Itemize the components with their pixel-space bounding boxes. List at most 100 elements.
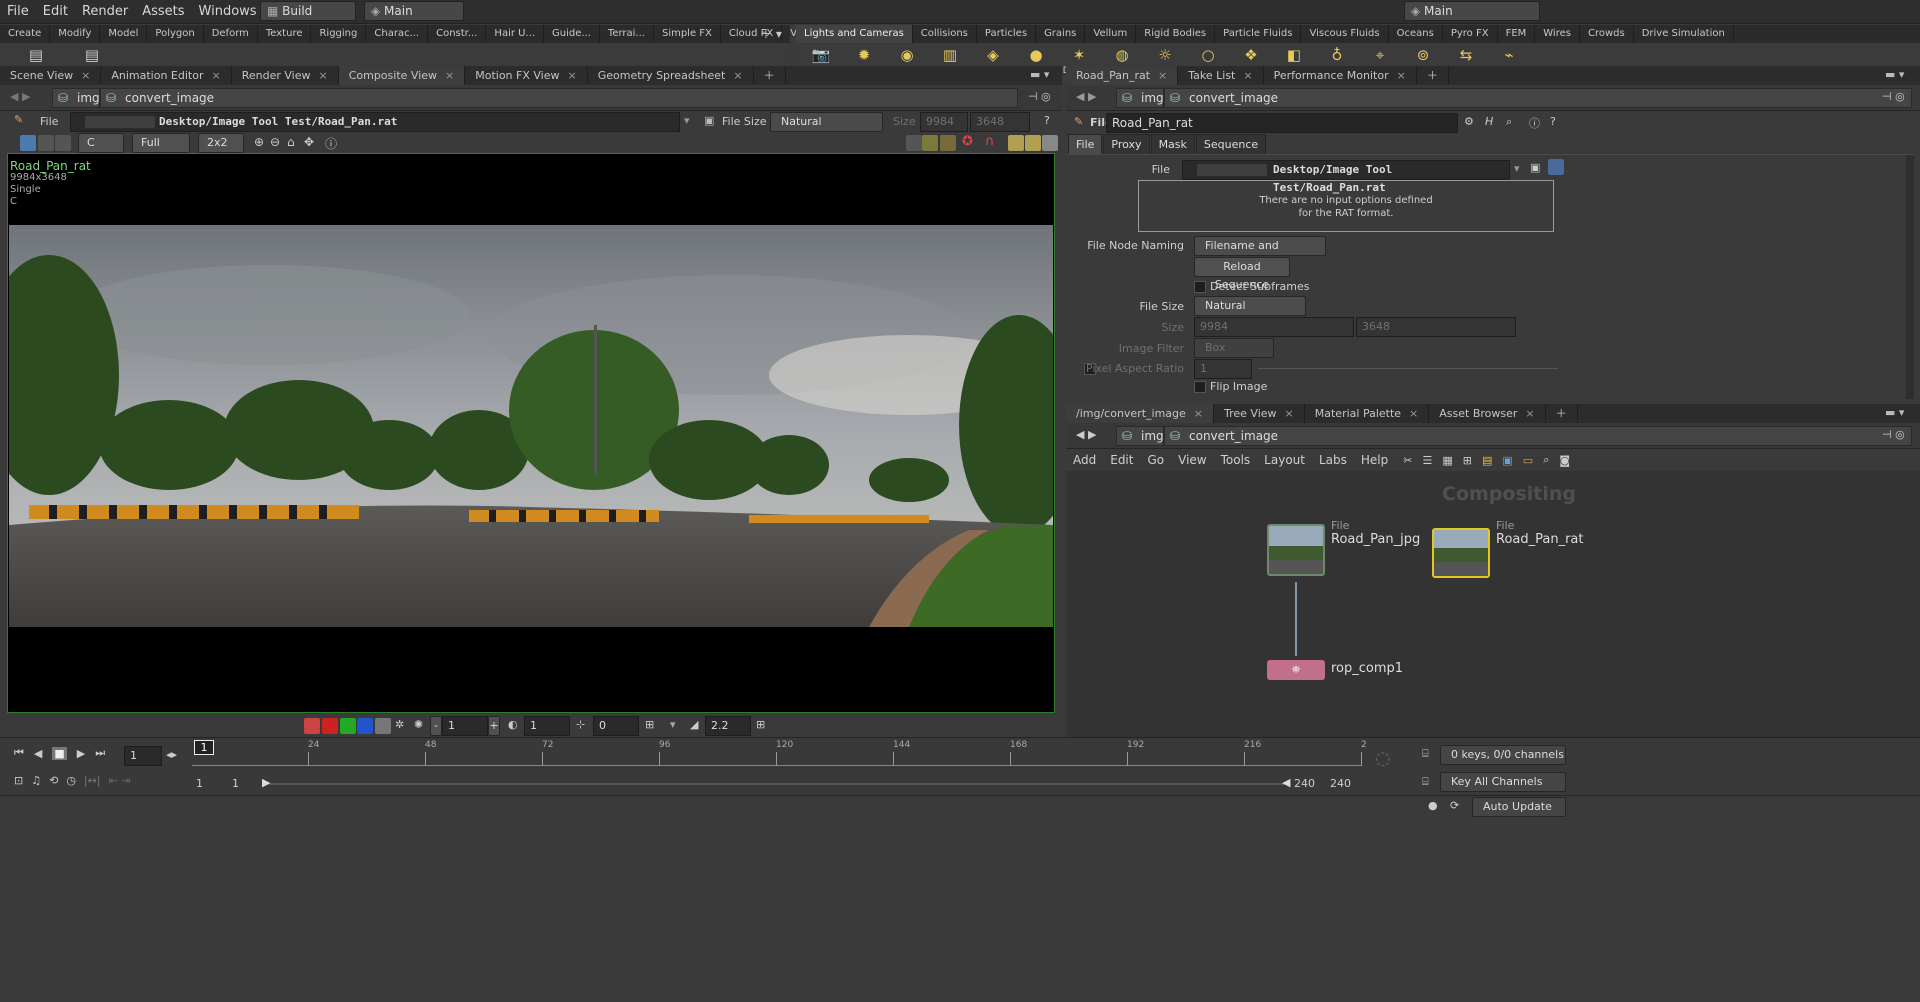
- pin-icon[interactable]: ⊣ ◎: [1882, 428, 1905, 441]
- add-tab-icon[interactable]: ＋: [754, 66, 786, 86]
- param-subtab[interactable]: Mask: [1150, 134, 1195, 155]
- shelf-tab[interactable]: Polygon: [147, 25, 204, 43]
- stop-icon[interactable]: ■: [52, 746, 67, 760]
- brightness-icon[interactable]: ✲: [395, 718, 404, 731]
- layout-icon[interactable]: [1025, 135, 1041, 151]
- lut-icon[interactable]: ⊞: [645, 718, 654, 731]
- layout-icon[interactable]: [1042, 135, 1058, 151]
- viewer-size-w[interactable]: 9984: [920, 112, 968, 132]
- list-icon[interactable]: ☰: [1422, 454, 1432, 467]
- grid-dropdown[interactable]: 2x2: [198, 133, 244, 153]
- jump-start-icon[interactable]: ⏮: [14, 746, 24, 760]
- reload-sequence-button[interactable]: Reload Sequence: [1194, 257, 1290, 291]
- clock-icon[interactable]: ◷: [66, 774, 76, 787]
- info-icon[interactable]: ⓘ: [1529, 115, 1540, 131]
- pixel-aspect-field[interactable]: 1: [1194, 359, 1252, 379]
- realtime-icon[interactable]: ⊡: [14, 774, 23, 787]
- add-tab-icon[interactable]: ＋: [1546, 404, 1578, 424]
- path-node[interactable]: ⛁ convert_image: [100, 88, 1018, 108]
- decrement-button[interactable]: -: [430, 716, 442, 736]
- grid-options-icon[interactable]: ⊞: [756, 718, 765, 731]
- sticky-note-icon[interactable]: ▤: [1482, 454, 1492, 467]
- viewer-file-size-dropdown[interactable]: Natural Resolution: [770, 112, 883, 146]
- tools-icon[interactable]: ✂: [1403, 454, 1412, 467]
- context-dropdown[interactable]: ◈ Main: [364, 1, 464, 21]
- timeline-ruler[interactable]: 1 24 48 72 96 120 144 168 192 216 2: [192, 740, 1367, 766]
- pane-tab[interactable]: Geometry Spreadsheet ×: [588, 66, 754, 86]
- keyframe-nav-icon[interactable]: ⇤ ⇥: [109, 774, 131, 787]
- shelf-tab[interactable]: Collisions: [913, 25, 977, 43]
- network-menu-view[interactable]: View: [1171, 449, 1213, 471]
- layout-icon[interactable]: ⊞: [1463, 454, 1472, 467]
- shelf-tab[interactable]: Rigging: [311, 25, 367, 43]
- pane-tab[interactable]: Motion FX View ×: [465, 66, 588, 86]
- audio-scrub-icon[interactable]: ♫: [31, 774, 41, 787]
- shelf-tab[interactable]: Particle Fluids: [1215, 25, 1302, 43]
- shelf-tab[interactable]: Particles: [977, 25, 1037, 43]
- range-end-handle[interactable]: ◀: [1282, 776, 1290, 789]
- dropdown-arrow-icon[interactable]: ▾: [1514, 162, 1520, 175]
- close-tab-icon[interactable]: ×: [568, 69, 577, 82]
- start-frame[interactable]: 1: [196, 777, 203, 790]
- pane-tab[interactable]: Road_Pan_rat ×: [1066, 66, 1179, 86]
- file-filter-icon[interactable]: [1548, 159, 1564, 175]
- key-all-channels-dropdown[interactable]: Key All Channels: [1440, 772, 1566, 792]
- shelf-tab[interactable]: Lights and Cameras: [796, 25, 913, 43]
- contrast-field[interactable]: 1: [524, 716, 570, 736]
- display-option-icon[interactable]: [940, 135, 956, 151]
- shelf-tab[interactable]: Hair U...: [486, 25, 544, 43]
- rgb-channel-icon[interactable]: [304, 718, 320, 734]
- keys-icon[interactable]: ⌸: [1422, 747, 1429, 761]
- frame-marker[interactable]: 1: [194, 740, 214, 755]
- render-icon[interactable]: ✪: [962, 134, 973, 149]
- shelf-tab[interactable]: Crowds: [1580, 25, 1634, 43]
- palette-icon[interactable]: ▭: [1523, 454, 1533, 467]
- exposure-icon[interactable]: ✺: [414, 718, 423, 731]
- pixel-aspect-slider[interactable]: [1258, 368, 1558, 369]
- param-scrollbar[interactable]: [1906, 155, 1914, 399]
- close-tab-icon[interactable]: ×: [445, 69, 454, 82]
- end-frame[interactable]: 240: [1330, 777, 1351, 790]
- shelf-tab[interactable]: Simple FX: [654, 25, 721, 43]
- path-node[interactable]: ⛁ convert_image: [1164, 426, 1912, 446]
- file-size-dropdown[interactable]: Natural Resolution: [1194, 296, 1306, 330]
- desktop-dropdown[interactable]: ▦ Build: [260, 1, 356, 21]
- shelf-tab[interactable]: Grains: [1036, 25, 1086, 43]
- file-node-naming-dropdown[interactable]: Filename and Extension: [1194, 236, 1326, 270]
- current-frame-field[interactable]: 1: [124, 746, 162, 766]
- close-tab-icon[interactable]: ×: [733, 69, 742, 82]
- display-option-icon[interactable]: [922, 135, 938, 151]
- loop-icon[interactable]: ⟲: [49, 774, 58, 787]
- file-browse-icon[interactable]: ▣: [704, 114, 714, 127]
- shelf-tab[interactable]: Oceans: [1389, 25, 1443, 43]
- flip-image-checkbox[interactable]: [1194, 381, 1206, 393]
- pane-tab[interactable]: Asset Browser ×: [1429, 404, 1546, 424]
- composite-viewport[interactable]: Road_Pan_rat 9984x3648 Single C: [7, 153, 1055, 713]
- gamma-icon[interactable]: ◢: [690, 718, 698, 731]
- shelf-tab[interactable]: Viscous Fluids: [1301, 25, 1389, 43]
- refresh-icon[interactable]: ⟳: [1450, 799, 1459, 812]
- zoom-in-icon[interactable]: ⊕: [254, 135, 264, 149]
- network-menu-labs[interactable]: Labs: [1312, 449, 1354, 471]
- keys-channels-dropdown[interactable]: 0 keys, 0/0 channels: [1440, 745, 1566, 765]
- info-icon[interactable]: ⓘ: [325, 135, 337, 152]
- shelf-tab[interactable]: Guide...: [544, 25, 600, 43]
- zoom-out-icon[interactable]: ⊖: [270, 135, 280, 149]
- audio-icon[interactable]: ◌: [1375, 748, 1391, 769]
- close-tab-icon[interactable]: ×: [212, 69, 221, 82]
- close-tab-icon[interactable]: ×: [1397, 69, 1406, 82]
- shelf-tab[interactable]: Drive Simulation: [1634, 25, 1734, 43]
- help-icon[interactable]: ?: [1044, 114, 1050, 127]
- menu-item-assets[interactable]: Assets: [135, 0, 191, 24]
- screenshot-icon[interactable]: ◙: [1559, 454, 1570, 467]
- shelf-tab[interactable]: Texture: [258, 25, 312, 43]
- shelf-tab[interactable]: Modify: [50, 25, 101, 43]
- node-name-field[interactable]: Road_Pan_rat: [1106, 113, 1458, 133]
- pane-tab[interactable]: Render View ×: [232, 66, 339, 86]
- image-icon[interactable]: ▣: [1502, 454, 1512, 467]
- param-subtab[interactable]: Sequence: [1195, 134, 1267, 155]
- magnet-icon[interactable]: ∩: [985, 134, 995, 149]
- offset-field[interactable]: 0: [593, 716, 639, 736]
- path-network[interactable]: ⛁ img: [1116, 426, 1164, 446]
- view-grid-icon[interactable]: [38, 135, 54, 151]
